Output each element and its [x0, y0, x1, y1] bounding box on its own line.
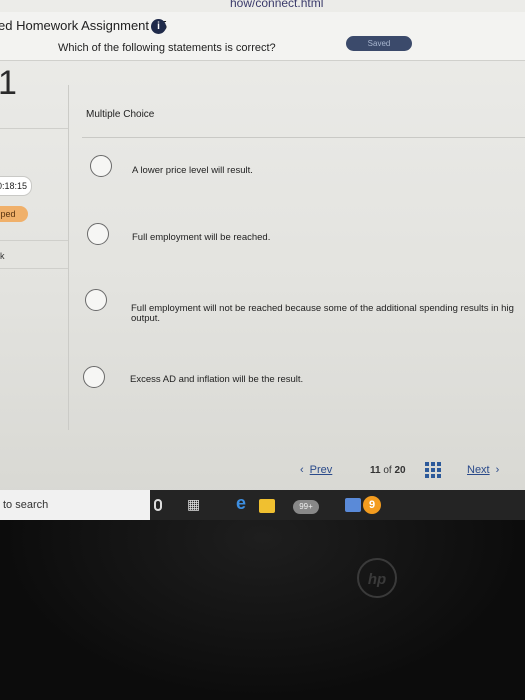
- url-fragment: how/connect.html: [230, 0, 324, 10]
- prev-button[interactable]: ‹ Prev: [300, 464, 332, 476]
- page-current: 11: [370, 465, 381, 476]
- page-of: of: [383, 465, 392, 476]
- timer-pill: 0:18:15: [0, 176, 32, 196]
- app-icon[interactable]: 9: [363, 496, 381, 514]
- prev-label: Prev: [309, 464, 333, 476]
- hp-logo: hp: [357, 558, 397, 598]
- microphone-icon[interactable]: [154, 499, 162, 511]
- question-number: 1: [0, 64, 17, 102]
- next-button[interactable]: Next ›: [467, 464, 499, 476]
- question-type-divider: [82, 137, 525, 138]
- question-type-label: Multiple Choice: [86, 109, 155, 120]
- edge-browser-icon[interactable]: e: [236, 493, 246, 513]
- browser-screen: how/connect.html ed Homework Assignment …: [0, 0, 525, 520]
- option-4-text[interactable]: Excess AD and inflation will be the resu…: [130, 374, 303, 386]
- chevron-left-icon: ‹: [300, 464, 304, 476]
- option-2-text[interactable]: Full employment will be reached.: [132, 232, 270, 244]
- option-1-radio[interactable]: [90, 155, 112, 177]
- chevron-right-icon: ›: [495, 464, 500, 476]
- next-label: Next: [467, 464, 490, 476]
- option-1-text[interactable]: A lower price level will result.: [132, 165, 253, 177]
- photos-icon[interactable]: [345, 498, 361, 512]
- option-3-text[interactable]: Full employment will not be reached beca…: [131, 303, 525, 315]
- option-4-radio[interactable]: [83, 366, 105, 388]
- question-prompt: Which of the following statements is cor…: [58, 42, 276, 54]
- sidebar-divider-3: [0, 268, 68, 269]
- notification-badge[interactable]: 99+: [293, 500, 319, 514]
- status-pill: ped: [0, 206, 28, 222]
- sidebar-divider: [0, 128, 68, 129]
- laptop-bezel: [0, 520, 525, 700]
- option-3-text-line2[interactable]: output.: [131, 313, 160, 325]
- store-icon[interactable]: [259, 499, 275, 513]
- assignment-title: ed Homework Assignment #5: [0, 18, 168, 33]
- option-3-radio[interactable]: [85, 289, 107, 311]
- page-counter: 11 of 20: [370, 465, 406, 476]
- option-2-radio[interactable]: [87, 223, 109, 245]
- page-total: 20: [394, 465, 406, 476]
- taskbar-search-box[interactable]: to search: [0, 490, 150, 520]
- sidebar-divider-2: [0, 240, 68, 241]
- info-icon[interactable]: i: [151, 19, 166, 34]
- grid-icon[interactable]: [425, 462, 441, 478]
- saved-badge: Saved: [346, 36, 412, 51]
- sidebar-partial-label: k: [0, 251, 5, 261]
- task-view-icon[interactable]: ▦: [187, 496, 200, 514]
